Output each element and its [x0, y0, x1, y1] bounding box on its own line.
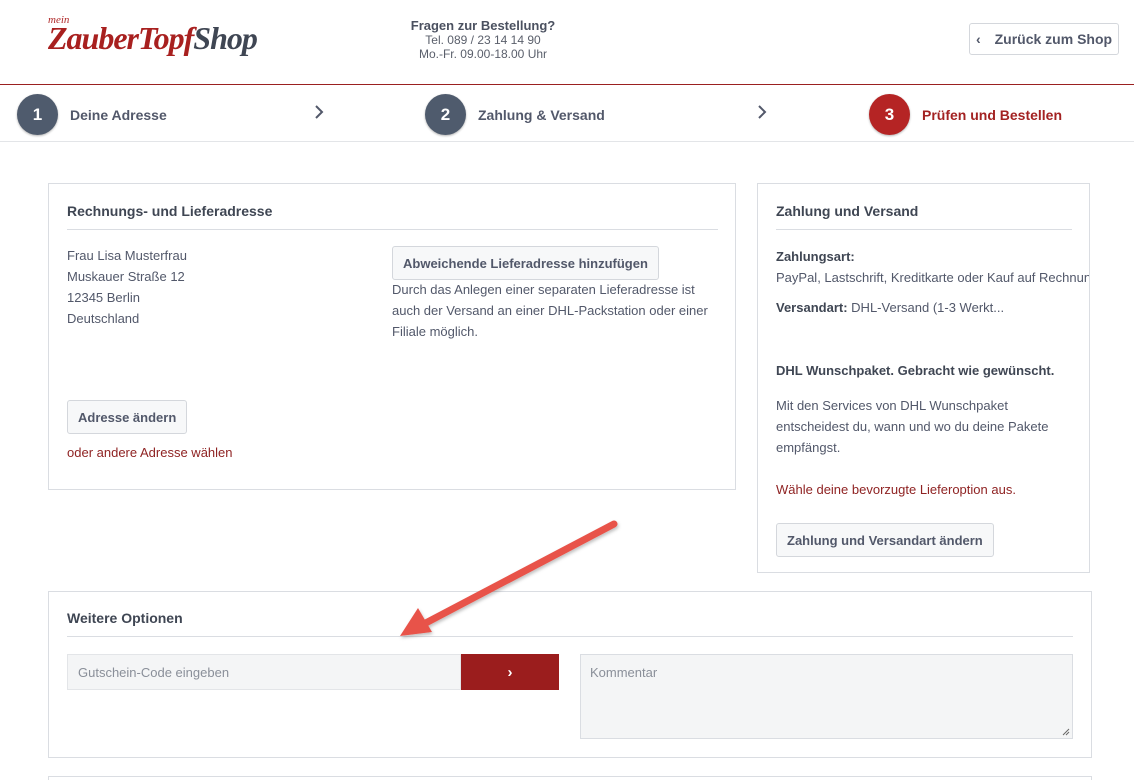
annotation-arrow-icon: [400, 520, 618, 636]
